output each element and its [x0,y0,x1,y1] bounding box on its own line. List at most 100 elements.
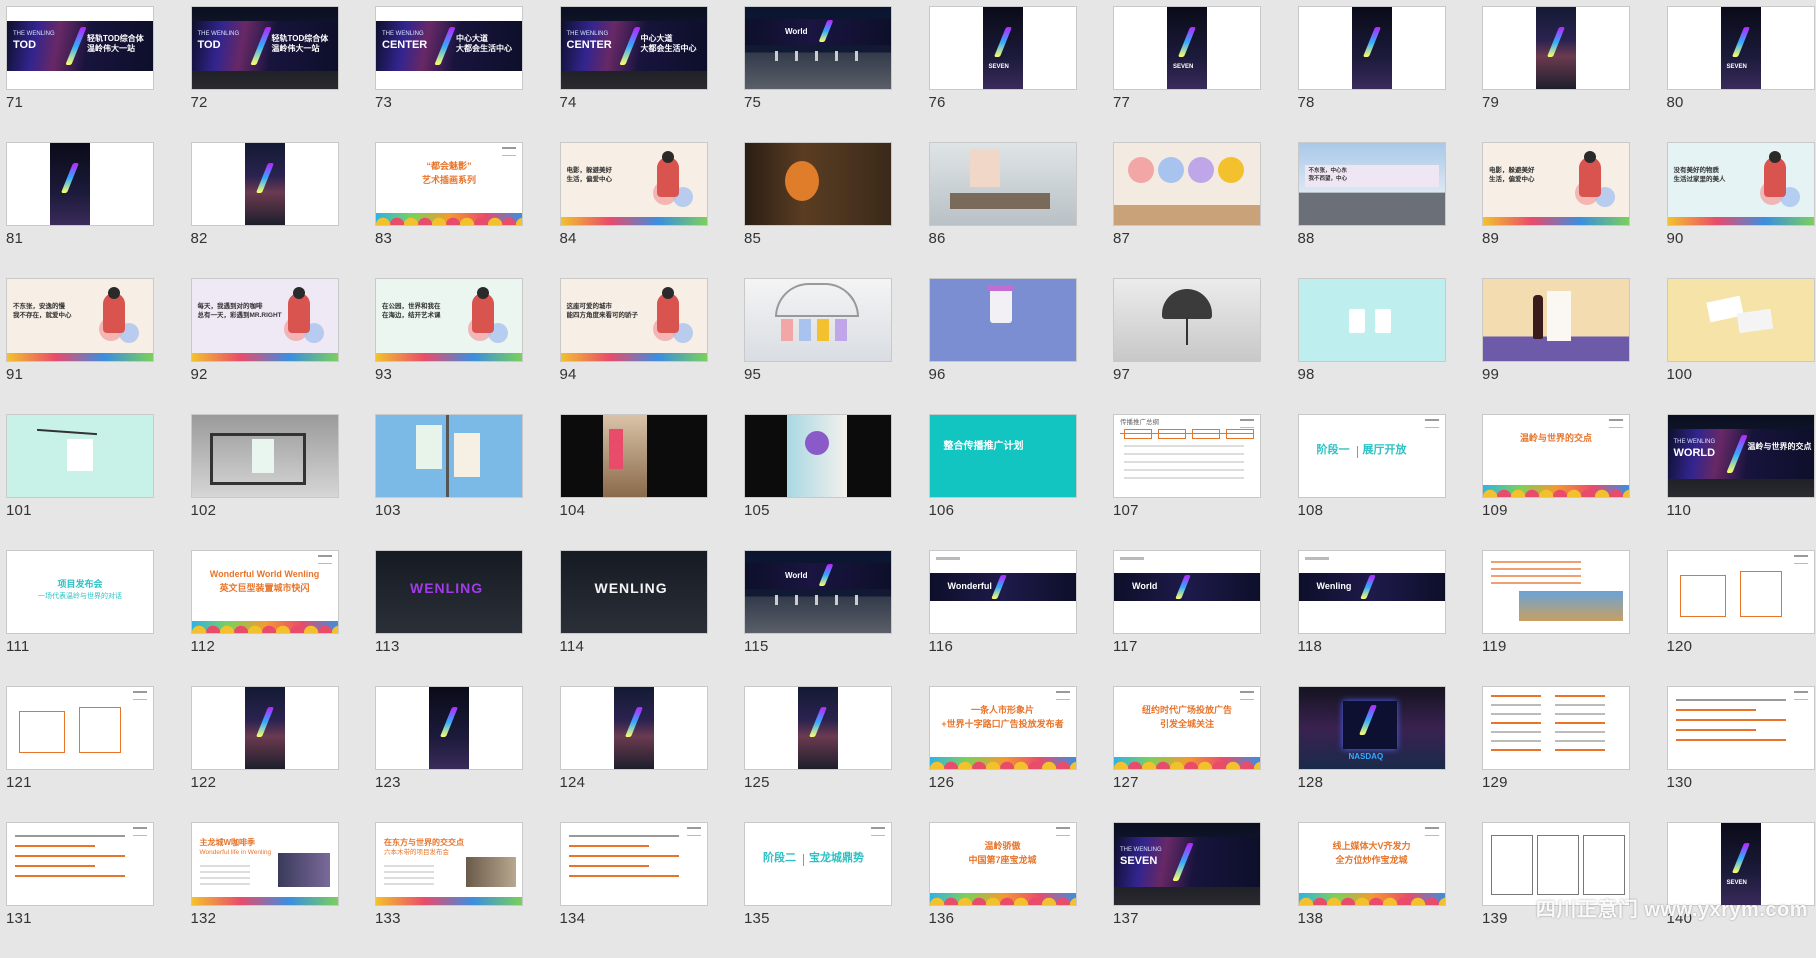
slide-thumbnail-112[interactable]: Wonderful World Wenling英文巨型装置城市快闪112 [191,550,339,686]
text-line [1555,731,1605,733]
slide-number: 75 [744,94,761,111]
slide-thumbnail-79[interactable]: 79 [1482,6,1630,142]
slide-thumbnail-139[interactable]: 139 [1482,822,1630,958]
slide-thumbnail-126[interactable]: 一条人市形象片+世界十字路口广告投放发布者126 [929,686,1077,822]
slide-thumbnail-129[interactable]: 129 [1482,686,1630,822]
slide-thumbnail-91[interactable]: 不东张，安逸的慢我不存在，就爱中心91 [6,278,154,414]
slide-number: 115 [744,638,769,655]
slide-thumbnail-90[interactable]: 没有美好的物质生活过家里的美人90 [1667,142,1815,278]
slide-thumbnail-75[interactable]: World75 [744,6,892,142]
slide-thumbnail-95[interactable]: 95 [744,278,892,414]
slide-thumbnail-116[interactable]: Wonderful116 [929,550,1077,686]
slide-text: 大都会生活中心 [641,44,697,53]
slide-thumbnail-92[interactable]: 每天，我遇到对的咖啡总有一天，彩遇到MR.RIGHT92 [191,278,339,414]
slide-thumbnail-93[interactable]: 在公园，世界和我在在海边，结开艺术课93 [375,278,523,414]
divider [1357,446,1358,458]
slide-thumbnail-101[interactable]: 101 [6,414,154,550]
woman-hair [662,151,674,163]
slide-thumbnail-89[interactable]: 电影，躲避美好生活，偏爱中心89 [1482,142,1630,278]
slide-thumbnail-109[interactable]: 温岭与世界的交点109 [1482,414,1630,550]
slide-thumbnail-127[interactable]: 纽约时代广场投放广告引发全城关注127 [1113,686,1261,822]
slide-thumbnail-102[interactable]: 102 [191,414,339,550]
slide-thumbnail-103[interactable]: 103 [375,414,523,550]
text-line [569,835,679,837]
slide-thumbnail-94[interactable]: 这座可爱的城市能四方角度来看可的骄子94 [560,278,708,414]
slide-text: “都会魅影” [384,161,514,172]
slide-thumbnail-99[interactable]: 99 [1482,278,1630,414]
slide-thumbnail-134[interactable]: 134 [560,822,708,958]
slide-thumbnail-72[interactable]: THE WENLINGTOD轻轨TOD综合体温岭伟大一站72 [191,6,339,142]
text-line [200,871,250,873]
slide-thumbnail-115[interactable]: World115 [744,550,892,686]
timeline-node [1158,429,1186,439]
slide-thumbnail-80[interactable]: SEVEN80 [1667,6,1815,142]
slide-thumbnail-71[interactable]: THE WENLINGTOD轻轨TOD综合体温岭伟大一站71 [6,6,154,142]
slide-thumbnail-98[interactable]: 98 [1298,278,1446,414]
slide-thumbnail-125[interactable]: 125 [744,686,892,822]
slide-thumbnail-96[interactable]: 96 [929,278,1077,414]
slide-thumbnail-97[interactable]: 97 [1113,278,1261,414]
slide-thumbnail-140[interactable]: SEVEN140 [1667,822,1815,958]
slide-thumbnail-132[interactable]: 主龙城W咖啡季Wonderful life in Wenling132 [191,822,339,958]
slide-text: 一条人市形象片 [938,705,1068,716]
slide-thumbnail-130[interactable]: 130 [1667,686,1815,822]
woman-hair [1769,151,1781,163]
slide-thumbnail-123[interactable]: 123 [375,686,523,822]
slide-thumbnail-84[interactable]: 电影，躲避美好生活，偏爱中心84 [560,142,708,278]
slide-thumbnail-77[interactable]: SEVEN77 [1113,6,1261,142]
slide-thumbnail-107[interactable]: 传播推广总纲107 [1113,414,1261,550]
text-line [1491,561,1581,563]
slide-thumbnail-111[interactable]: 项目发布会一场代表温岭与世界的对话111 [6,550,154,686]
slide-thumbnail-114[interactable]: WENLING114 [560,550,708,686]
slide-thumbnail-137[interactable]: THE WENLINGSEVEN137 [1113,822,1261,958]
slide-number: 102 [191,502,217,519]
slide-thumbnail-120[interactable]: 120 [1667,550,1815,686]
slide-thumbnail-100[interactable]: 100 [1667,278,1815,414]
slide-thumbnail-117[interactable]: World117 [1113,550,1261,686]
text-line [15,835,125,837]
standee [609,429,623,469]
slide-thumbnail-133[interactable]: 在东方与世界的交交点六本木带的项目发布会133 [375,822,523,958]
slide-thumbnail-138[interactable]: 线上媒体大V齐发力全方位炒作宝龙城138 [1298,822,1446,958]
slide-thumbnail-113[interactable]: WENLING113 [375,550,523,686]
slide-thumbnail-81[interactable]: 81 [6,142,154,278]
slide-thumbnail-124[interactable]: 124 [560,686,708,822]
slide-thumbnail-83[interactable]: “都会魅影”艺术插画系列83 [375,142,523,278]
slide-thumbnail-108[interactable]: 阶段一展厅开放108 [1298,414,1446,550]
sky [376,415,522,497]
slide-thumbnail-106[interactable]: 整合传播推广计划106 [929,414,1077,550]
slide-text: +世界十字路口广告投放发布者 [938,719,1068,730]
slide-thumbnail-87[interactable]: 87 [1113,142,1261,278]
slide-thumbnail-82[interactable]: 82 [191,142,339,278]
slide-thumbnail-121[interactable]: 121 [6,686,154,822]
slide-thumbnail-73[interactable]: THE WENLINGCENTER中心大道大都会生活中心73 [375,6,523,142]
slide-thumbnail-119[interactable]: 119 [1482,550,1630,686]
slide-thumbnail-76[interactable]: SEVEN76 [929,6,1077,142]
slide-thumbnail-88[interactable]: 不东张，中心东我不西望，中心88 [1298,142,1446,278]
slide-thumbnail-135[interactable]: 阶段二宝龙城鼎势135 [744,822,892,958]
slide-text: World [1132,581,1157,592]
slide-thumbnail-85[interactable]: 85 [744,142,892,278]
slide-text: CENTER [382,40,427,51]
slide-thumbnail-136[interactable]: 温岭骄傲中国第7座宝龙城136 [929,822,1077,958]
slide-thumbnail-78[interactable]: 78 [1298,6,1446,142]
slide-thumbnail-118[interactable]: Wenling118 [1298,550,1446,686]
slide-thumbnail-104[interactable]: 104 [560,414,708,550]
slide-text: 没有美好的物质 [1674,167,1720,175]
slide-thumbnail-128[interactable]: NASDAQ128 [1298,686,1446,822]
slide-thumbnail-131[interactable]: 131 [6,822,154,958]
info-box [1740,571,1782,617]
logo-mark [1240,691,1254,700]
slide-text: 大都会生活中心 [456,44,512,53]
info-box [1583,835,1625,895]
slide-thumbnail-110[interactable]: THE WENLINGWORLD温岭与世界的交点110 [1667,414,1815,550]
slide-number: 92 [191,366,208,383]
slide-thumbnail-105[interactable]: 105 [744,414,892,550]
slide-thumbnail-122[interactable]: 122 [191,686,339,822]
slide-thumbnail-74[interactable]: THE WENLINGCENTER中心大道大都会生活中心74 [560,6,708,142]
slide-text: 我不存在，就爱中心 [13,312,72,320]
slide-number: 138 [1298,910,1324,927]
logo-mark [133,827,147,836]
slide-text: 总有一天，彩遇到MR.RIGHT [198,312,282,320]
slide-thumbnail-86[interactable]: 86 [929,142,1077,278]
